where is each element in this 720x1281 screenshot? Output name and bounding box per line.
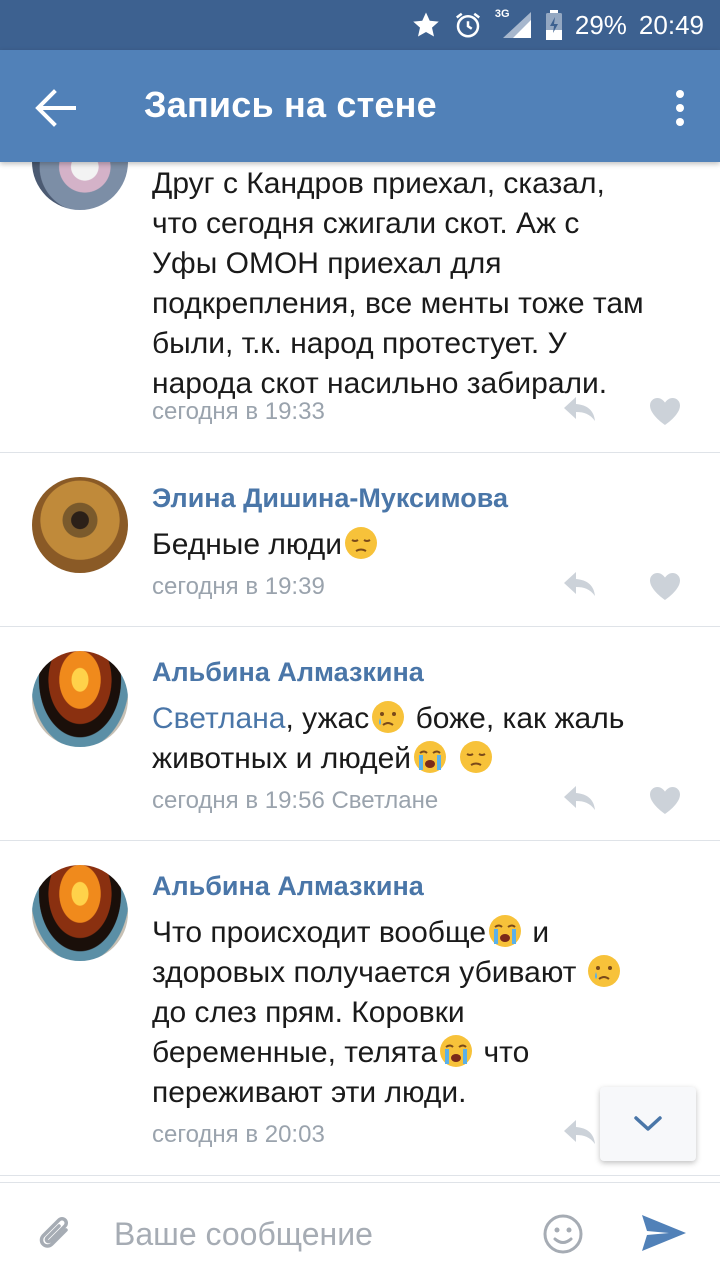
comment-time: сегодня в 20:03 <box>152 1121 325 1148</box>
comment-author[interactable]: Элина Дишина-Муксимова <box>152 483 508 514</box>
loudly-crying-face-emoji-icon <box>414 741 447 773</box>
reply-icon[interactable] <box>562 570 598 600</box>
comment-item: Альбина Алмазкина Светлана, ужас боже, к… <box>0 627 720 840</box>
clock: 20:49 <box>638 9 704 40</box>
send-icon[interactable] <box>640 1213 688 1253</box>
mention-link[interactable]: Светлана <box>152 702 285 735</box>
comment-time: сегодня в 19:56 Светлане <box>152 787 439 814</box>
signal-icon: 3G <box>494 8 533 40</box>
reply-icon[interactable] <box>562 784 598 814</box>
status-icons: 3G 29% 20:49 <box>411 0 704 50</box>
comment-text: Бедные люди <box>152 525 692 565</box>
page-title: Запись на стене <box>144 84 437 125</box>
avatar[interactable] <box>32 651 128 747</box>
loudly-crying-face-emoji-icon <box>489 915 521 947</box>
app-bar: Запись на стене <box>0 50 720 162</box>
comment-text: Друг с Кандров приехал, сказал, что сего… <box>152 167 644 400</box>
comment-author[interactable]: Альбина Алмазкина <box>152 871 424 902</box>
crying-face-emoji-icon <box>587 955 620 987</box>
battery-percent: 29% <box>574 9 627 40</box>
network-type: 3G <box>494 8 510 20</box>
crying-face-emoji-icon <box>372 701 405 733</box>
comment-text: Светлана, ужас боже, как жаль животных и… <box>152 701 625 775</box>
reply-to-link[interactable]: Светлане <box>331 787 438 814</box>
alarm-icon <box>455 12 480 38</box>
comment-item: Элина Дишина-Муксимова Бедные люди сегод… <box>0 453 720 626</box>
comment-text: Что происходит вообще и здоровых получае… <box>152 913 692 1113</box>
divider <box>0 1175 720 1176</box>
heart-icon[interactable] <box>648 785 682 815</box>
pensive-face-emoji-icon <box>344 527 377 559</box>
scroll-down-button[interactable] <box>600 1087 696 1161</box>
heart-icon[interactable] <box>648 571 682 601</box>
loudly-crying-face-emoji-icon <box>440 1035 473 1067</box>
reply-icon[interactable] <box>562 395 598 425</box>
chevron-down-icon <box>634 1116 662 1131</box>
comments-feed[interactable]: Друг с Кандров приехал, сказал, что сего… <box>0 162 720 1182</box>
message-input[interactable] <box>114 1211 514 1257</box>
comment-author[interactable]: Альбина Алмазкина <box>152 657 424 688</box>
avatar[interactable] <box>32 865 128 961</box>
comment-item: Друг с Кандров приехал, сказал, что сего… <box>0 162 720 452</box>
battery-icon <box>545 10 562 40</box>
star-icon <box>413 12 439 37</box>
smile-icon[interactable] <box>542 1213 584 1255</box>
avatar[interactable] <box>32 162 128 210</box>
avatar[interactable] <box>32 477 128 573</box>
heart-icon[interactable] <box>648 396 682 426</box>
paperclip-icon[interactable] <box>36 1212 76 1256</box>
comment-time: сегодня в 19:33 <box>152 398 325 425</box>
more-vertical-icon[interactable] <box>670 86 690 130</box>
message-composer <box>0 1182 720 1281</box>
arrow-back-icon[interactable] <box>30 86 78 130</box>
comment-time: сегодня в 19:39 <box>152 573 325 600</box>
status-bar: 3G 29% 20:49 <box>0 0 720 50</box>
reply-icon[interactable] <box>562 1118 598 1148</box>
pensive-face-emoji-icon <box>460 741 493 773</box>
